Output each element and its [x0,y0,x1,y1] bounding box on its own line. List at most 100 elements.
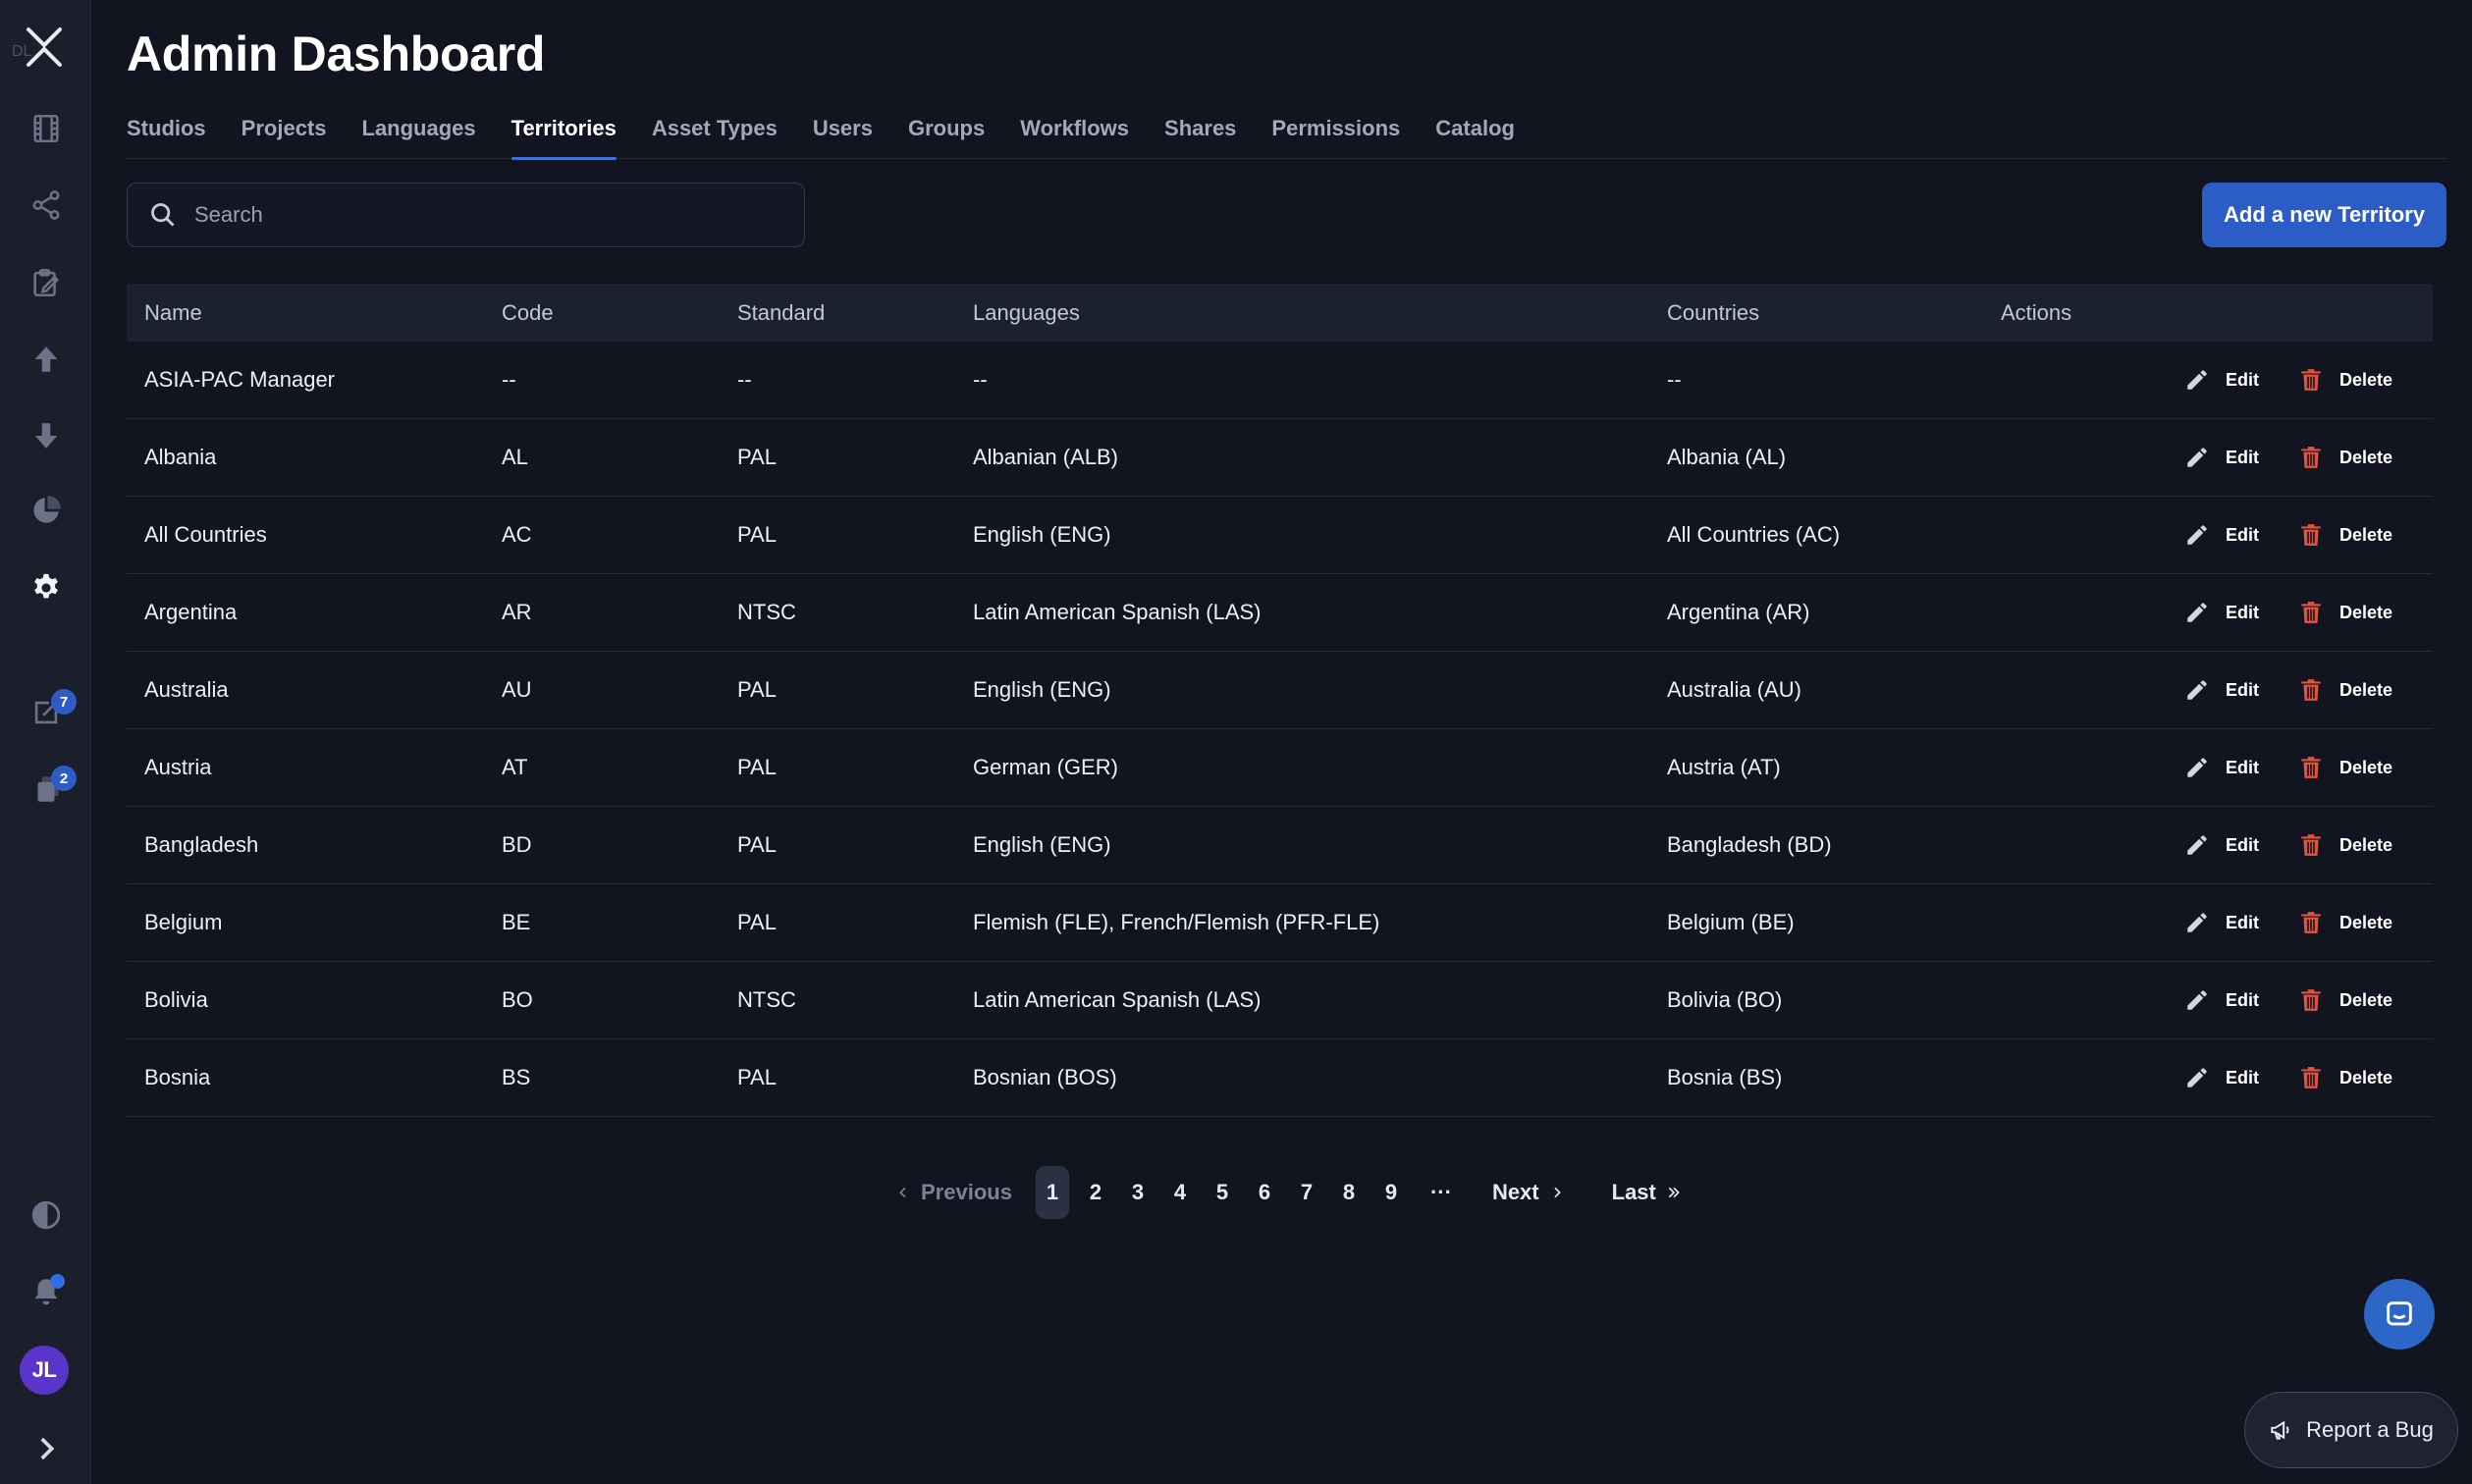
delete-button[interactable]: Delete [2298,832,2392,858]
tab-catalog[interactable]: Catalog [1435,110,1515,159]
cell-standard: NTSC [737,987,796,1012]
delete-button[interactable]: Delete [2298,677,2392,703]
sidebar-item-tasks[interactable] [0,255,91,310]
row-actions: Edit Delete [2184,832,2392,858]
delete-button[interactable]: Delete [2298,600,2392,625]
page-ellipsis[interactable]: ··· [1425,1166,1457,1219]
delete-button[interactable]: Delete [2298,910,2392,935]
pencil-icon [2187,1068,2207,1087]
sidebar-item-download[interactable] [0,408,91,463]
next-page-button[interactable]: Next [1492,1166,1565,1219]
pencil-icon [2187,913,2207,932]
edit-button[interactable]: Edit [2184,832,2259,858]
pencil-icon [2187,680,2207,700]
trash-icon [2301,369,2321,391]
notifications-button[interactable] [0,1264,91,1319]
tab-territories[interactable]: Territories [511,110,618,160]
download-arrow-icon [34,423,57,449]
tab-languages[interactable]: Languages [362,110,476,159]
cell-countries: -- [1667,367,1682,392]
report-bug-button[interactable]: Report a Bug [2244,1392,2458,1468]
cell-languages: -- [973,367,988,392]
pencil-icon [2187,448,2207,467]
edit-button[interactable]: Edit [2184,600,2259,625]
column-header-code[interactable]: Code [502,300,554,326]
sidebar-item-reports[interactable] [0,483,91,538]
edit-label: Edit [2226,679,2259,700]
add-territory-button[interactable]: Add a new Territory [2202,183,2446,247]
avatar[interactable]: JL [20,1346,69,1395]
search-box [127,183,805,247]
delete-button[interactable]: Delete [2298,987,2392,1013]
page-button[interactable]: 2 [1080,1166,1111,1219]
cell-languages: English (ENG) [973,677,1111,702]
edit-button[interactable]: Edit [2184,1065,2259,1090]
page-button[interactable]: 9 [1375,1166,1407,1219]
contrast-icon [31,1200,60,1230]
cell-standard: PAL [737,677,777,702]
tab-shares[interactable]: Shares [1164,110,1236,159]
table-header: Name Code Standard Languages Countries A… [127,284,2433,342]
tab-groups[interactable]: Groups [908,110,985,159]
double-chevron-right-icon [1668,1187,1680,1198]
theme-toggle[interactable] [0,1188,91,1243]
sidebar-item-settings[interactable] [0,560,91,615]
gear-icon [33,573,58,599]
sidebar-item-task-queue[interactable]: 7 [0,685,91,740]
column-header-name[interactable]: Name [144,300,202,326]
tab-permissions[interactable]: Permissions [1271,110,1400,159]
chevron-right-icon [39,1437,54,1460]
page-button[interactable]: 6 [1249,1166,1280,1219]
pie-chart-icon [32,496,61,523]
page-button[interactable]: 3 [1122,1166,1154,1219]
row-actions: Edit Delete [2184,367,2392,393]
page-button[interactable]: 4 [1164,1166,1196,1219]
delete-button[interactable]: Delete [2298,445,2392,470]
table-row: Argentina AR NTSC Latin American Spanish… [127,574,2433,652]
tab-studios[interactable]: Studios [127,110,206,159]
tab-projects[interactable]: Projects [242,110,327,159]
sidebar-item-deliveries[interactable]: 2 [0,762,91,817]
previous-label: Previous [921,1180,1012,1204]
previous-page-button[interactable]: Previous [895,1166,1012,1219]
chat-button[interactable] [2364,1279,2435,1350]
sidebar-item-share[interactable] [0,178,91,233]
edit-button[interactable]: Edit [2184,910,2259,935]
page-button[interactable]: 5 [1207,1166,1238,1219]
edit-button[interactable]: Edit [2184,367,2259,393]
sidebar-item-upload[interactable] [0,332,91,387]
delete-label: Delete [2339,1067,2393,1087]
edit-button[interactable]: Edit [2184,755,2259,780]
cell-name: Belgium [144,910,223,934]
expand-sidebar-button[interactable] [0,1421,91,1476]
edit-button[interactable]: Edit [2184,445,2259,470]
delete-button[interactable]: Delete [2298,1065,2392,1090]
cell-name: Bangladesh [144,832,259,857]
column-header-countries[interactable]: Countries [1667,300,1759,326]
page-button[interactable]: 7 [1291,1166,1322,1219]
tab-asset-types[interactable]: Asset Types [652,110,778,159]
chat-icon [2387,1301,2412,1326]
edit-button[interactable]: Edit [2184,677,2259,703]
delete-label: Delete [2339,524,2393,545]
column-header-standard[interactable]: Standard [737,300,825,326]
search-icon [151,203,175,227]
row-actions: Edit Delete [2184,445,2392,470]
sidebar-item-media[interactable] [0,101,91,156]
tab-users[interactable]: Users [813,110,873,159]
trash-icon [2301,912,2321,933]
cell-name: Australia [144,677,229,702]
table-row: Bolivia BO NTSC Latin American Spanish (… [127,962,2433,1039]
delete-button[interactable]: Delete [2298,522,2392,548]
tab-workflows[interactable]: Workflows [1020,110,1129,159]
edit-button[interactable]: Edit [2184,987,2259,1013]
delete-button[interactable]: Delete [2298,367,2392,393]
column-header-languages[interactable]: Languages [973,300,1080,326]
last-page-button[interactable]: Last [1612,1166,1682,1219]
delete-label: Delete [2339,369,2393,390]
search-input[interactable] [194,202,744,228]
delete-button[interactable]: Delete [2298,755,2392,780]
edit-button[interactable]: Edit [2184,522,2259,548]
page-button[interactable]: 1 [1035,1166,1069,1219]
page-button[interactable]: 8 [1333,1166,1365,1219]
